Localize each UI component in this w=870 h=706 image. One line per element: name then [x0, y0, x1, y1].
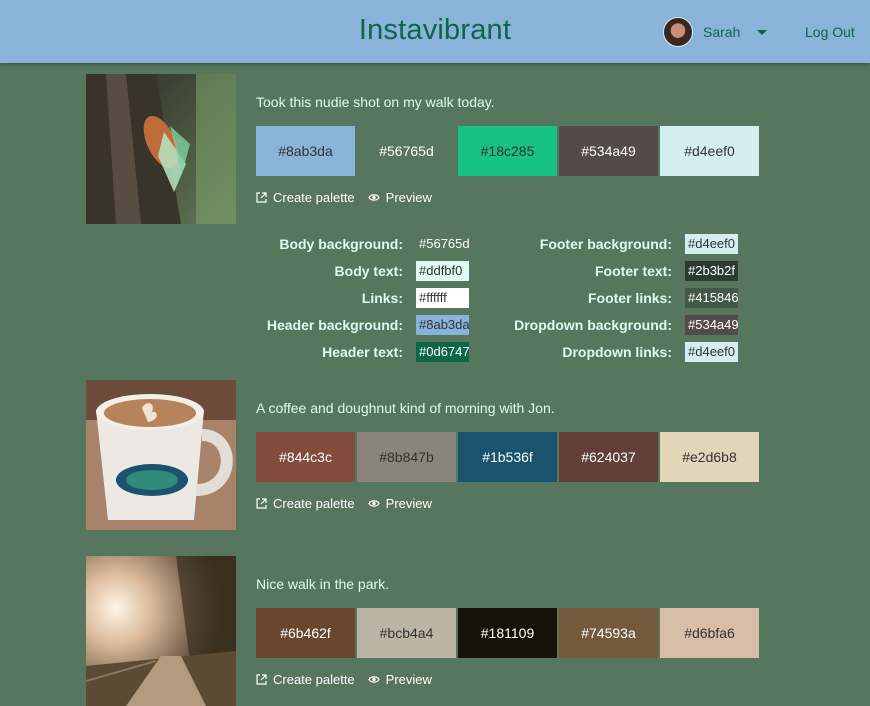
mapping-label: Header background: [266, 316, 403, 333]
color-swatch[interactable]: #d4eef0 [660, 126, 759, 176]
post-caption: A coffee and doughnut kind of morning wi… [256, 400, 555, 416]
chevron-down-icon [757, 29, 768, 35]
mapping-label: Body text: [334, 262, 403, 279]
color-swatch[interactable]: #bcb4a4 [357, 608, 456, 658]
color-swatch[interactable]: #6b462f [256, 608, 355, 658]
preview-label: Preview [385, 672, 432, 687]
mapping-value[interactable]: #ffffff [416, 287, 469, 308]
preview-button[interactable]: Preview [367, 672, 432, 687]
external-link-icon [256, 674, 267, 685]
create-palette-button[interactable]: Create palette [256, 496, 355, 511]
color-swatch[interactable]: #d6bfa6 [660, 608, 759, 658]
preview-button[interactable]: Preview [367, 190, 432, 205]
mapping-label: Dropdown links: [562, 343, 672, 360]
color-swatch[interactable]: #624037 [559, 432, 658, 482]
color-swatches: #6b462f #bcb4a4 #181109 #74593a #d6bfa6 [256, 608, 761, 658]
mapping-row: Body background: #56765d [236, 230, 469, 257]
mapping-value[interactable]: #534a49 [685, 314, 739, 335]
eye-icon [367, 194, 380, 201]
post-actions: Create palette Preview [256, 672, 445, 687]
mapping-label: Header text: [322, 343, 403, 360]
color-swatches: #8ab3da #56765d #18c285 #534a49 #d4eef0 [256, 126, 761, 176]
eye-icon [367, 500, 380, 507]
color-swatch[interactable]: #1b536f [458, 432, 557, 482]
mapping-label: Footer text: [595, 262, 672, 279]
eye-icon [367, 676, 380, 683]
mapping-row: Footer links: #415846 [466, 284, 739, 311]
mapping-label: Body background: [279, 235, 403, 252]
color-swatch[interactable]: #181109 [458, 608, 557, 658]
external-link-icon [256, 192, 267, 203]
color-swatch[interactable]: #74593a [559, 608, 658, 658]
external-link-icon [256, 498, 267, 509]
color-swatch[interactable]: #18c285 [458, 126, 557, 176]
mapping-row: Dropdown links: #d4eef0 [466, 338, 738, 365]
mapping-value[interactable]: #ddfbf0 [416, 260, 469, 281]
create-palette-label: Create palette [273, 496, 355, 511]
logout-link[interactable]: Log Out [805, 24, 855, 40]
post-caption: Nice walk in the park. [256, 576, 390, 592]
create-palette-label: Create palette [273, 672, 355, 687]
create-palette-button[interactable]: Create palette [256, 190, 355, 205]
mapping-label: Footer background: [539, 235, 672, 252]
post-photo[interactable] [86, 380, 236, 530]
create-palette-label: Create palette [273, 190, 355, 205]
preview-label: Preview [385, 190, 432, 205]
user-menu[interactable]: Sarah [663, 17, 768, 47]
mapping-row: Body text: #ddfbf0 [236, 257, 469, 284]
user-name: Sarah [703, 24, 741, 40]
mapping-row: Footer background: #d4eef0 [466, 230, 738, 257]
color-swatch[interactable]: #e2d6b8 [660, 432, 759, 482]
app-header: Instavibrant Sarah Log Out [0, 0, 870, 63]
color-swatches: #844c3c #8b847b #1b536f #624037 #e2d6b8 [256, 432, 761, 482]
mapping-value[interactable]: #0d6747 [416, 341, 470, 362]
mapping-label: Links: [361, 289, 403, 306]
mapping-value[interactable]: #415846 [685, 287, 739, 308]
mapping-row: Header text: #0d6747 [236, 338, 470, 365]
mapping-row: Links: #ffffff [236, 284, 469, 311]
preview-label: Preview [385, 496, 432, 511]
post-actions: Create palette Preview [256, 496, 445, 511]
palette-mapping-right: Footer background: #d4eef0 Footer text: #2… [466, 230, 739, 365]
mapping-value[interactable]: #2b3b2f [685, 260, 738, 281]
mapping-value[interactable]: #d4eef0 [685, 233, 738, 254]
palette-mapping-left: Body background: #56765d Body text: #ddfbf… [236, 230, 470, 365]
mapping-value[interactable]: #8ab3da [416, 314, 470, 335]
color-swatch[interactable]: #8ab3da [256, 126, 355, 176]
mapping-label: Dropdown background: [514, 316, 672, 333]
mapping-row: Dropdown background: #534a49 [466, 311, 739, 338]
create-palette-button[interactable]: Create palette [256, 672, 355, 687]
preview-button[interactable]: Preview [367, 496, 432, 511]
post-caption: Took this nudie shot on my walk today. [256, 94, 495, 110]
post-photo[interactable] [86, 556, 236, 706]
post-actions: Create palette Preview [256, 190, 445, 205]
color-swatch[interactable]: #844c3c [256, 432, 355, 482]
color-swatch[interactable]: #534a49 [559, 126, 658, 176]
color-swatch[interactable]: #8b847b [357, 432, 456, 482]
mapping-label: Footer links: [587, 289, 672, 306]
avatar [663, 17, 693, 47]
mapping-value[interactable]: #d4eef0 [685, 341, 738, 362]
mapping-row: Header background: #8ab3da [236, 311, 470, 338]
mapping-row: Footer text: #2b3b2f [466, 257, 738, 284]
post-photo[interactable] [86, 74, 236, 224]
mapping-value[interactable]: #56765d [416, 234, 470, 254]
color-swatch[interactable]: #56765d [357, 126, 456, 176]
